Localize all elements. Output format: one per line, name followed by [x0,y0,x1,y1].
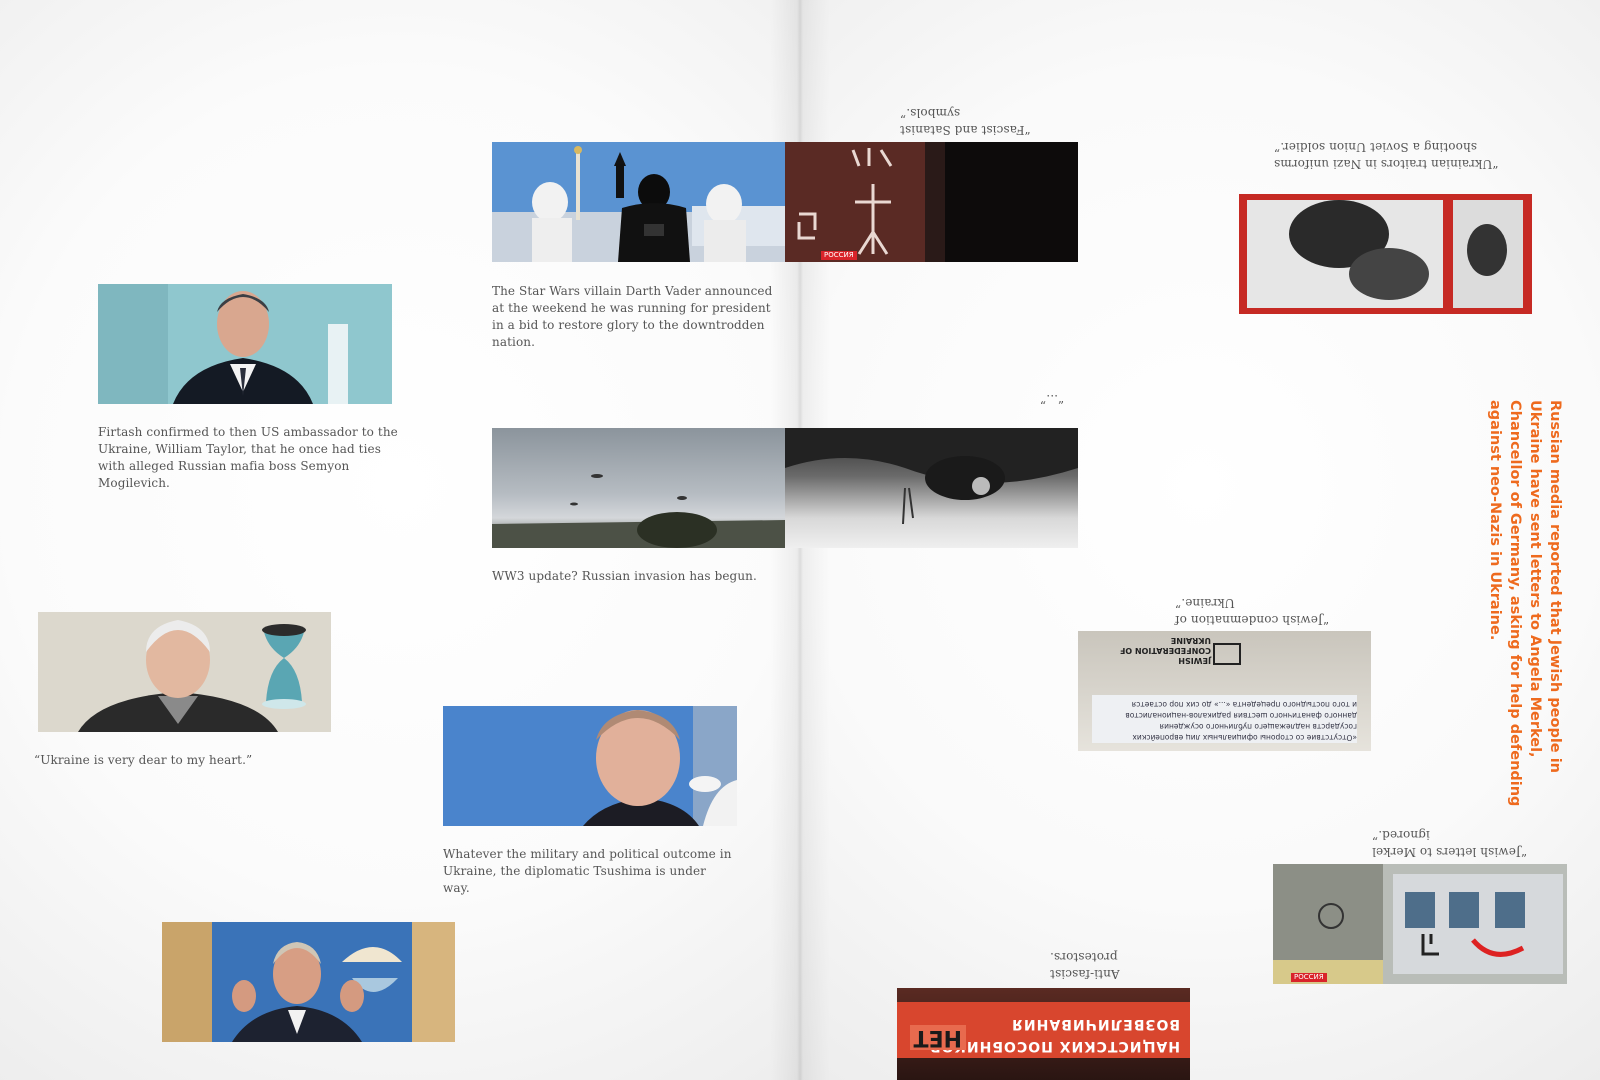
doc-text-line-2: государств надлежащего публичного осужде… [1159,722,1357,731]
assange-caption: “Ukraine is very dear to my heart.” [34,753,253,767]
darth-vader-photo [492,142,785,262]
putin-caption: Whatever the military and political outc… [443,847,732,895]
antifascist-caption: Anti-fascist protestors. [1050,950,1120,981]
magazine-spread: Firtash confirmed to then US ambassador … [0,0,1600,1080]
vandalized-building-photo: РОССИЯ [1273,864,1567,984]
traitors-photo [1239,194,1532,314]
menorah-logo-icon [1213,643,1241,665]
banner-text-bottom: ВОЗВЕЛИЧИВАНИЯ [1011,1016,1180,1032]
doc-text-line-4: и того постыдного прецедента «...» до си… [1131,700,1357,709]
channel-badge: РОССИЯ [821,251,857,260]
pull-quote: Russian media reported that Jewish peopl… [1487,400,1563,807]
helicopters-sky-photo [492,428,785,548]
banner-text-top: НАЦИСТСКИХ ПОСОБНИКОВ [928,1038,1180,1054]
darth-vader-caption: The Star Wars villain Darth Vader announ… [492,284,773,349]
fascist-caption: “Fascist and Satanist symbols.” [900,106,1031,137]
banner-text-net: НЕТ [909,1025,966,1050]
putin-photo [443,706,737,826]
traitors-caption: “Ukrainian traitors in Nazi uniforms sho… [1274,140,1499,171]
jewish-condemnation-caption: “Jewish condemnation of Ukraine.” [1175,596,1330,627]
doc-organization-name: JEWISH CONFEDERATION OF UKRAINE [1119,636,1211,665]
ww3-caption: WW3 update? Russian invasion has begun. [492,569,757,583]
firtash-photo [98,284,392,404]
protest-banner-photo: НАЦИСТСКИХ ПОСОБНИКОВ ВОЗВЕЛИЧИВАНИЯ НЕТ [897,988,1190,1080]
assange-photo [38,612,331,732]
jewish-document-photo: «Отсутствие со стороны официальных лиц е… [1078,631,1371,751]
satanist-symbols-photo: РОССИЯ [785,142,1078,262]
doc-text-line-3: данного фанатичного шествия радикалов-на… [1125,711,1357,720]
ellipsis-caption: “...” [1040,392,1065,406]
politician-photo [162,922,455,1042]
doc-text-line-1: «Отсутствие со стороны официальных лиц е… [1132,733,1357,742]
channel-badge-2: РОССИЯ [1291,973,1327,982]
soldiers-archive-photo [785,428,1078,548]
firtash-caption: Firtash confirmed to then US ambassador … [98,425,398,490]
merkel-ignored-caption: “Jewish letters to Merkel ignored.” [1372,828,1528,859]
